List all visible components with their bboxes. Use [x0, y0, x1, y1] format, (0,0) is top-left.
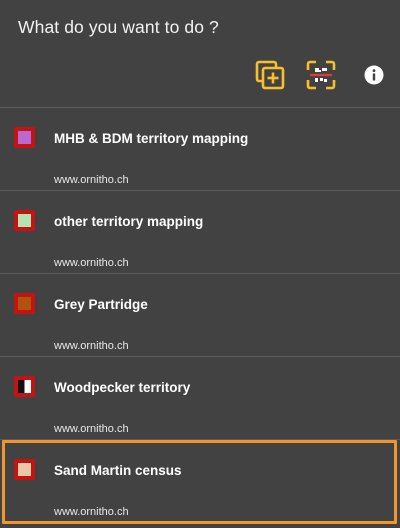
project-url: www.ornitho.ch: [54, 257, 129, 269]
list-item-woodpecker[interactable]: Woodpecker territory www.ornitho.ch: [0, 357, 400, 439]
project-color-icon: [14, 459, 35, 480]
project-url: www.ornitho.ch: [54, 174, 129, 186]
list-item-other-territory[interactable]: other territory mapping www.ornitho.ch: [0, 191, 400, 273]
info-button[interactable]: [362, 58, 386, 92]
page-title: What do you want to do ?: [18, 17, 219, 37]
project-list: MHB & BDM territory mapping www.ornitho.…: [0, 107, 400, 522]
project-color-icon: [14, 127, 35, 148]
add-project-button[interactable]: [253, 58, 287, 92]
project-name: Grey Partridge: [54, 297, 148, 312]
project-color-icon: [14, 293, 35, 314]
add-copy-icon: [255, 60, 285, 90]
list-item-grey-partridge[interactable]: Grey Partridge www.ornitho.ch: [0, 274, 400, 356]
qr-scan-icon: [306, 60, 336, 90]
list-item-mhb-bdm[interactable]: MHB & BDM territory mapping www.ornitho.…: [0, 108, 400, 190]
project-name: other territory mapping: [54, 214, 204, 229]
project-name: Woodpecker territory: [54, 380, 191, 395]
project-color-icon: [14, 210, 35, 231]
project-url: www.ornitho.ch: [54, 506, 129, 518]
info-icon: [364, 65, 384, 85]
project-color-icon: [14, 376, 35, 397]
project-url: www.ornitho.ch: [54, 340, 129, 352]
list-item-sand-martin[interactable]: Sand Martin census www.ornitho.ch: [0, 440, 400, 522]
toolbar: [0, 58, 400, 92]
scan-qr-button[interactable]: [304, 58, 338, 92]
project-url: www.ornitho.ch: [54, 423, 129, 435]
project-name: Sand Martin census: [54, 463, 182, 478]
project-name: MHB & BDM territory mapping: [54, 131, 249, 146]
